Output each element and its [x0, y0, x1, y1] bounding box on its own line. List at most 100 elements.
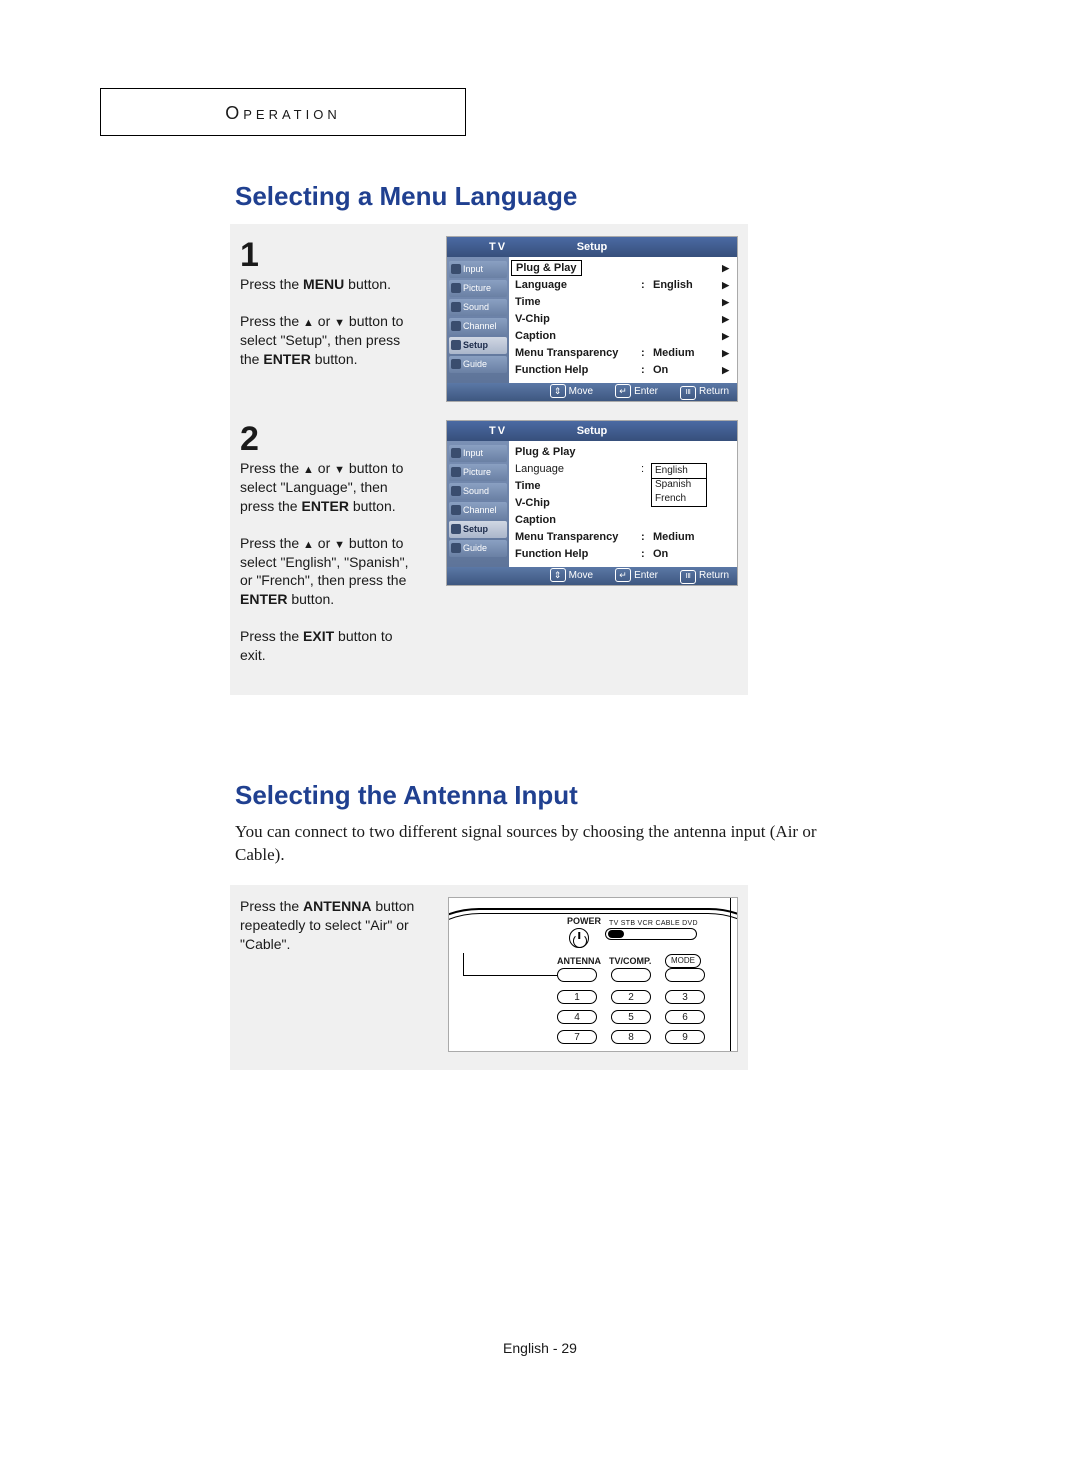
osd-tab-input: Input [449, 261, 507, 278]
osd-header: TV Setup [447, 421, 737, 441]
t-bold: ENTER [240, 591, 287, 607]
osd-tab-sound: Sound [449, 299, 507, 316]
t: button. [311, 351, 358, 367]
caret-icon [722, 277, 729, 294]
osd-row-label: Language [515, 461, 635, 478]
remote-num-6: 6 [665, 1010, 705, 1024]
osd-row-label: Plug & Play [511, 260, 582, 276]
osd-tab-sound: Sound [449, 483, 507, 500]
page: Operation Selecting a Menu Language 1 Pr… [0, 0, 1080, 1070]
osd-title: Setup [577, 421, 608, 441]
osd-row-value: Medium [653, 529, 695, 546]
osd-row-vchip: V-Chip [515, 311, 731, 328]
arrow-up-icon [303, 535, 314, 551]
osd-footer-move: Move [550, 567, 593, 585]
remote-num-1: 1 [557, 990, 597, 1004]
step1-line1: Press the MENU button. [240, 275, 420, 294]
section-header-text: Operation [225, 103, 341, 123]
pointer-line-v [463, 953, 464, 975]
osd-row-time: Time [515, 294, 731, 311]
osd-row-label: Caption [515, 328, 635, 345]
remote-mode-button-2 [665, 968, 705, 982]
page-footer: English - 29 [503, 1340, 577, 1356]
colon: : [641, 277, 645, 294]
section2-lead: You can connect to two different signal … [235, 821, 850, 867]
section-header-box: Operation [100, 88, 466, 136]
osd-footer-return: Return [680, 383, 729, 401]
osd-tv-label: TV [489, 421, 507, 441]
panel-language: 1 Press the MENU button. Press the or bu… [230, 224, 748, 695]
remote-box-rule [730, 898, 731, 1051]
t: or [314, 460, 334, 476]
osd-footer: Move Enter Return [447, 383, 737, 401]
step2-number: 2 [240, 420, 420, 459]
t: Press the [240, 460, 303, 476]
antenna-text: Press the ANTENNA button repeatedly to s… [240, 897, 420, 954]
osd-body: Input Picture Sound Channel Setup Guide … [447, 441, 737, 567]
remote-num-3: 3 [665, 990, 705, 1004]
remote-mode-slider-knob [608, 930, 624, 938]
remote-mode-button: MODE [665, 954, 701, 968]
t: button. [287, 591, 334, 607]
osd-footer-enter: Enter [615, 567, 658, 585]
osd-tv-label: TV [489, 237, 507, 257]
t: Press the [240, 313, 303, 329]
osd-dropdown-english: English [651, 463, 707, 479]
osd-row-label: Function Help [515, 546, 635, 563]
osd-dropdown-spanish: Spanish [652, 478, 706, 492]
osd-dropdown-french: French [652, 492, 706, 506]
pointer-line [463, 975, 557, 976]
arrow-up-icon [303, 460, 314, 476]
osd-screenshot-1: TV Setup Input Picture Sound Channel Set… [446, 236, 738, 402]
colon: : [641, 345, 645, 362]
colon: : [641, 546, 645, 563]
osd-footer-return: Return [680, 567, 729, 585]
osd-row-functionhelp: Function Help:On [515, 546, 731, 563]
remote-label-tvcomp: TV/COMP. [609, 956, 651, 966]
osd-row-label: Caption [515, 512, 635, 529]
arrow-up-icon [303, 313, 314, 329]
osd-tab-picture: Picture [449, 280, 507, 297]
osd-footer-move: Move [550, 383, 593, 401]
t: Press the [240, 898, 303, 914]
arrow-down-icon [334, 535, 345, 551]
caret-icon [722, 311, 729, 328]
step2-line2: Press the or button to select "English",… [240, 534, 420, 610]
osd-screenshot-2: TV Setup Input Picture Sound Channel Set… [446, 420, 738, 586]
remote-antenna-button [557, 968, 597, 982]
t: Press the [240, 276, 303, 292]
t-bold: ENTER [301, 498, 348, 514]
remote-illustration: POWER TV STB VCR CABLE DVD ANTENNA TV/CO… [448, 897, 738, 1052]
osd-footer: Move Enter Return [447, 567, 737, 585]
remote-label-antenna: ANTENNA [557, 956, 601, 966]
osd-header: TV Setup [447, 237, 737, 257]
panel-antenna: Press the ANTENNA button repeatedly to s… [230, 885, 748, 1070]
antenna-line: Press the ANTENNA button repeatedly to s… [240, 897, 420, 954]
step1: 1 Press the MENU button. Press the or bu… [240, 236, 738, 402]
osd-row-plugplay: Plug & Play [515, 260, 731, 277]
arrow-down-icon [334, 313, 345, 329]
osd-row-transparency: Menu Transparency:Medium [515, 345, 731, 362]
step2-line3: Press the EXIT button to exit. [240, 627, 420, 665]
t-bold: ANTENNA [303, 898, 371, 914]
remote-label-power: POWER [567, 916, 601, 926]
osd-tab-picture: Picture [449, 464, 507, 481]
t: button. [344, 276, 391, 292]
t-bold: MENU [303, 276, 344, 292]
arrow-down-icon [334, 460, 345, 476]
step1-text: 1 Press the MENU button. Press the or bu… [240, 236, 420, 369]
osd-tab-channel: Channel [449, 318, 507, 335]
t: Press the [240, 628, 303, 644]
osd-tab-setup: Setup [449, 521, 507, 538]
power-icon [569, 928, 589, 948]
colon: : [641, 461, 644, 478]
remote-mode-slider [605, 928, 697, 940]
caret-icon [722, 362, 729, 379]
remote-num-5: 5 [611, 1010, 651, 1024]
osd-tab-guide: Guide [449, 356, 507, 373]
osd-tab-channel: Channel [449, 502, 507, 519]
osd-main: Plug & Play Language:English Time V-Chip… [509, 257, 737, 383]
remote-num-8: 8 [611, 1030, 651, 1044]
remote-num-2: 2 [611, 990, 651, 1004]
osd-title: Setup [577, 237, 608, 257]
